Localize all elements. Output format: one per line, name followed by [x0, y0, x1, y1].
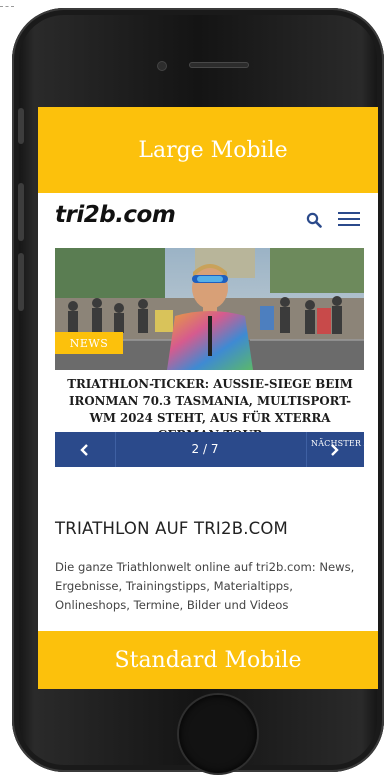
- slide-counter: 2 / 7: [191, 442, 219, 456]
- home-button[interactable]: [179, 695, 257, 773]
- volume-down-button: [18, 253, 24, 311]
- label-standard-mobile-text: Standard Mobile: [114, 647, 302, 673]
- site-logo[interactable]: tri2b.com: [55, 202, 176, 228]
- news-badge[interactable]: NEWS: [55, 332, 123, 354]
- earpiece-speaker: [189, 62, 249, 68]
- hamburger-menu-icon[interactable]: [338, 211, 360, 227]
- section-title: TRIATHLON AUF TRI2B.COM: [55, 519, 288, 538]
- hero-image[interactable]: NEWS: [55, 248, 364, 370]
- chevron-left-icon: [80, 443, 88, 456]
- mute-switch: [18, 108, 24, 144]
- next-article-button[interactable]: NÄCHSTER ARTIKEL: [306, 432, 364, 467]
- search-icon[interactable]: [306, 212, 322, 228]
- section-text: Die ganze Triathlonwelt online auf tri2b…: [55, 560, 355, 612]
- corner-mark: [0, 6, 14, 7]
- slider-nav: 2 / 7 NÄCHSTER ARTIKEL: [55, 432, 364, 467]
- prev-button[interactable]: [55, 432, 116, 467]
- volume-up-button: [18, 183, 24, 241]
- site-header: tri2b.com: [38, 193, 378, 247]
- label-standard-mobile: Standard Mobile: [38, 631, 378, 689]
- phone-screen: Large Mobile tri2b.com NEWS TRIATHLON-TI…: [38, 107, 378, 689]
- chevron-right-icon: [331, 444, 339, 456]
- label-large-mobile: Large Mobile: [38, 107, 378, 193]
- front-camera: [158, 62, 166, 70]
- label-large-mobile-text: Large Mobile: [138, 137, 288, 163]
